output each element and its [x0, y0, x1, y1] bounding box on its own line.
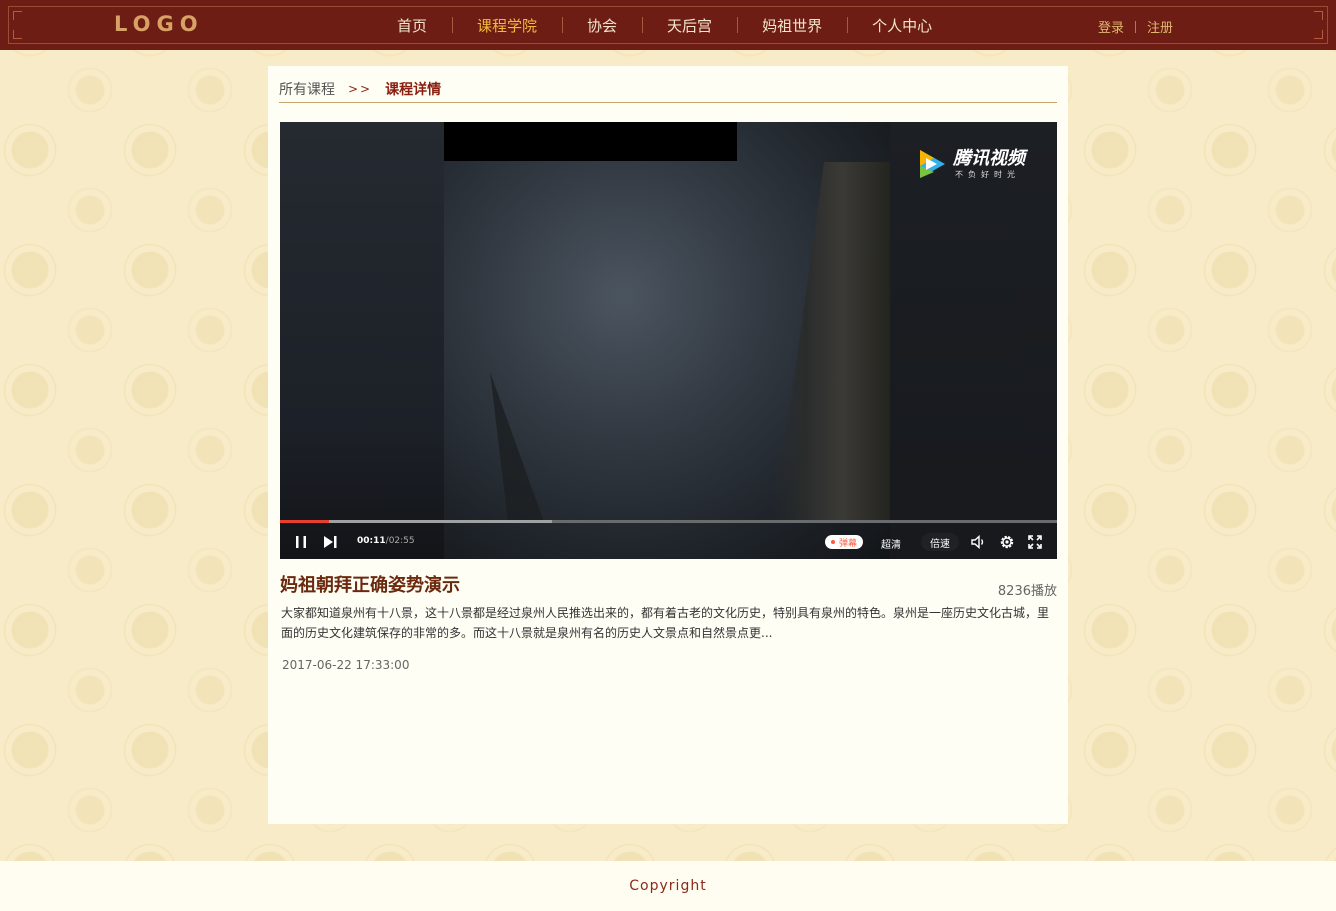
player-letterbox-left	[280, 122, 444, 559]
tencent-brand: 腾讯视频	[953, 147, 1025, 169]
course-detail-card: 所有课程 >> 课程详情 腾讯视频 不负好时光 00:11/02:55 弹幕 超…	[268, 66, 1068, 824]
video-description: 大家都知道泉州有十八景，这十八景都是经过泉州人民推选出来的，都有着古老的文化历史…	[281, 606, 1050, 640]
nav-item-tianhou-palace[interactable]: 天后宫	[642, 15, 737, 36]
quality-button[interactable]: 超清	[881, 536, 901, 551]
video-frame-bar	[444, 122, 737, 161]
video-title: 妈祖朝拜正确姿势演示	[280, 575, 460, 596]
publish-date: 2017-06-22 17:33:00	[282, 658, 410, 672]
pause-icon[interactable]	[294, 524, 308, 559]
nav-item-mazu-world[interactable]: 妈祖世界	[737, 15, 847, 36]
auth-links: 登录 注册	[1098, 17, 1173, 36]
site-header: LOGO 首页 课程学院 协会 天后宫 妈祖世界 个人中心 登录 注册	[0, 0, 1336, 50]
auth-divider	[1135, 20, 1137, 33]
site-logo[interactable]: LOGO	[114, 12, 204, 36]
settings-icon[interactable]	[999, 524, 1015, 559]
nav-item-course-academy[interactable]: 课程学院	[452, 15, 562, 36]
copyright-text: Copyright	[629, 878, 707, 894]
player-controls: 00:11/02:55 弹幕 超清 倍速	[280, 524, 1057, 559]
tencent-slogan: 不负好时光	[955, 169, 1020, 179]
video-player[interactable]: 腾讯视频 不负好时光 00:11/02:55 弹幕 超清 倍速	[280, 122, 1057, 559]
fullscreen-icon[interactable]	[1028, 524, 1042, 559]
player-letterbox-right	[890, 122, 1057, 559]
danmu-toggle[interactable]: 弹幕	[825, 535, 864, 549]
nav-item-home[interactable]: 首页	[372, 15, 452, 36]
video-frame-rock	[770, 162, 890, 522]
breadcrumb-separator: >>	[348, 82, 373, 96]
playback-time: 00:11/02:55	[357, 536, 415, 546]
next-icon[interactable]	[322, 524, 338, 559]
tencent-play-icon	[920, 150, 945, 178]
danmu-label: 弹幕	[839, 538, 858, 549]
nav-item-association[interactable]: 协会	[562, 15, 642, 36]
frame-corner	[13, 30, 22, 39]
volume-icon[interactable]	[971, 524, 987, 559]
play-count: 8236播放	[997, 584, 1057, 599]
register-link[interactable]: 注册	[1147, 17, 1173, 36]
speed-button[interactable]: 倍速	[921, 533, 959, 551]
frame-corner	[1314, 30, 1323, 39]
frame-corner	[1314, 11, 1323, 20]
main-nav: 首页 课程学院 协会 天后宫 妈祖世界 个人中心	[372, 0, 957, 50]
current-time: 00:11	[357, 536, 386, 546]
nav-item-personal-center[interactable]: 个人中心	[847, 15, 957, 36]
progress-played	[280, 520, 329, 523]
breadcrumb: 所有课程 >> 课程详情	[279, 76, 1057, 103]
breadcrumb-current: 课程详情	[385, 82, 442, 98]
site-footer: Copyright	[0, 861, 1336, 911]
video-frame	[444, 122, 890, 559]
breadcrumb-parent[interactable]: 所有课程	[279, 79, 335, 99]
total-time: /02:55	[385, 536, 415, 546]
frame-corner	[13, 11, 22, 20]
danmu-dot	[831, 540, 835, 544]
login-link[interactable]: 登录	[1098, 17, 1124, 36]
progress-bar[interactable]	[280, 520, 1057, 523]
video-frame-spire	[490, 372, 544, 522]
tencent-video-watermark: 腾讯视频 不负好时光	[914, 147, 1025, 181]
